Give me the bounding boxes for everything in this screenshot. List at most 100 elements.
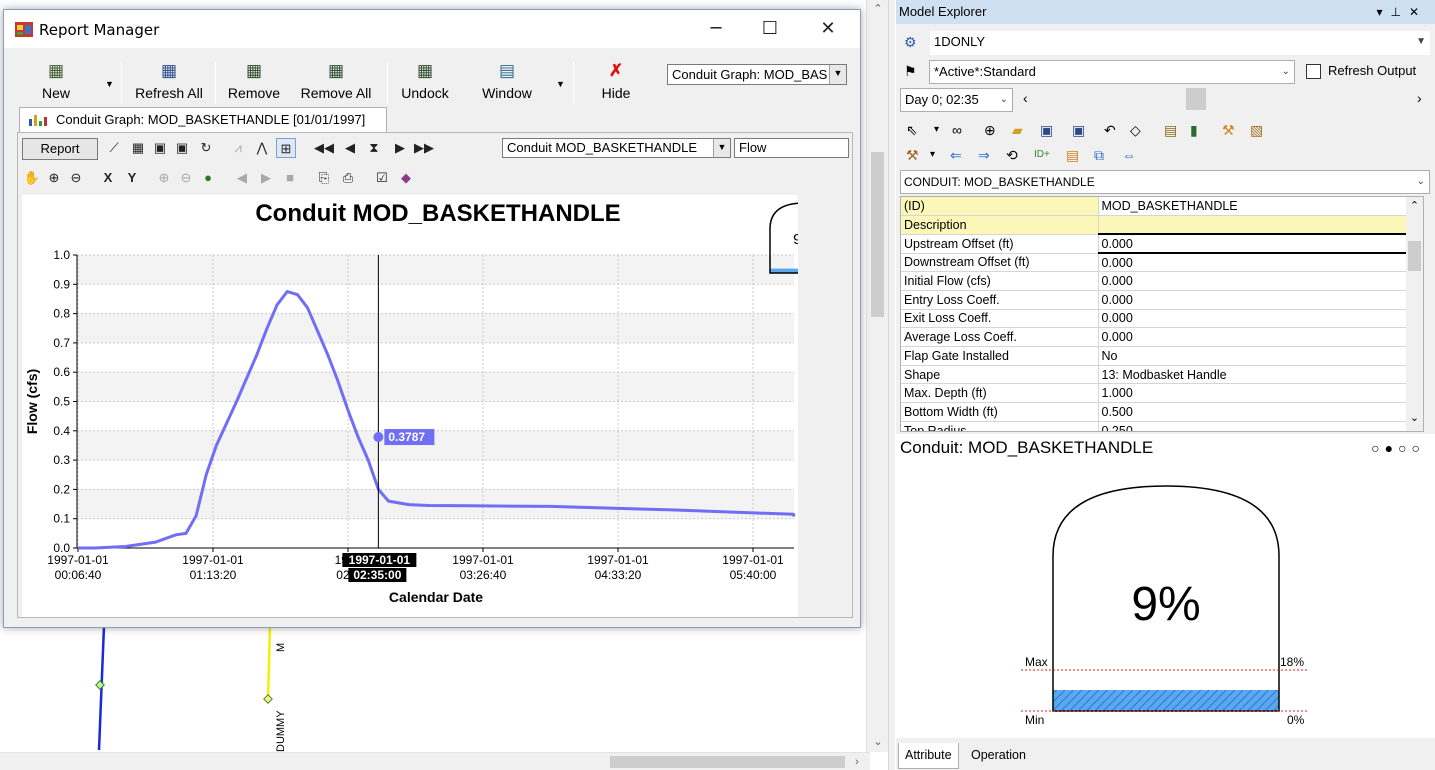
new-dropdown-icon[interactable]: ▼ [105, 79, 114, 89]
save-as-icon[interactable]: ▣ [172, 138, 192, 158]
layers-icon[interactable]: ▧ [1250, 121, 1263, 139]
chevron-down-icon[interactable]: ▼ [1416, 31, 1426, 53]
connect-icon[interactable]: ⇔ [1122, 146, 1136, 164]
property-value[interactable]: MOD_BASKETHANDLE [1098, 197, 1409, 217]
zoom-in-icon[interactable]: ⊕ [44, 168, 64, 188]
scroll-right-icon[interactable]: › [848, 753, 866, 770]
property-value[interactable]: 0.000 [1098, 271, 1409, 291]
area-chart-icon[interactable]: ⋀ [252, 138, 272, 158]
copy-icon[interactable]: ⎘ [314, 168, 334, 188]
property-row[interactable]: (ID) MOD_BASKETHANDLE [901, 197, 1409, 217]
property-row[interactable]: Downstream Offset (ft) 0.000 [901, 253, 1409, 273]
scroll-down-icon[interactable]: ⌄ [1406, 411, 1423, 424]
step-forward-icon[interactable]: ▶ [390, 138, 410, 158]
refresh-all-button[interactable]: ▦ Refresh All [131, 60, 207, 110]
scroll-thumb[interactable] [1408, 241, 1421, 271]
property-row[interactable]: Average Loss Coeff. 0.000 [901, 327, 1409, 347]
refresh-output-checkbox[interactable] [1306, 64, 1321, 79]
hammer-icon[interactable]: ⚒ [906, 146, 919, 164]
book-icon[interactable]: ◆ [396, 168, 416, 188]
property-row[interactable]: Description [901, 215, 1409, 235]
property-value[interactable] [1098, 215, 1409, 235]
refresh-icon[interactable]: ↻ [196, 138, 216, 158]
chevron-down-icon[interactable]: ⌄ [1282, 61, 1290, 83]
arrow-right-icon[interactable]: ⇒ [978, 146, 990, 164]
property-value[interactable]: 1.000 [1098, 383, 1409, 404]
window-button[interactable]: ▤ Window [476, 60, 538, 110]
properties-icon[interactable]: ☑ [372, 168, 392, 188]
property-value[interactable]: 0.000 [1098, 233, 1409, 255]
property-row[interactable]: Initial Flow (cfs) 0.000 [901, 271, 1409, 291]
scenario-select[interactable]: *Active*:Standard ⌄ [929, 60, 1295, 84]
property-value[interactable]: 0.000 [1098, 309, 1409, 329]
add-id-icon[interactable]: ID+ [1034, 146, 1050, 164]
property-value[interactable]: 13: Modbasket Handle [1098, 365, 1409, 385]
new-report-button[interactable]: ▦ New [38, 60, 74, 110]
globe-icon[interactable]: ● [198, 168, 218, 188]
compare-icon[interactable]: ⩘ [228, 138, 248, 158]
maximize-button[interactable]: ☐ [741, 10, 799, 48]
zoom-icon[interactable]: ⊕ [984, 121, 996, 139]
time-select[interactable]: Day 0; 02:35 ⌄ [900, 88, 1013, 112]
undock-button[interactable]: ▦ Undock [396, 60, 454, 110]
chevron-down-icon[interactable]: ⌄ [1417, 171, 1425, 193]
tab-conduit-graph[interactable]: Conduit Graph: MOD_BASKETHANDLE [01/01/1… [19, 107, 387, 132]
x-axis-icon[interactable]: X [98, 168, 118, 188]
property-row[interactable]: Upstream Offset (ft) 0.000 [901, 233, 1409, 255]
map-vertical-scrollbar[interactable]: ⌃ ⌄ [866, 0, 888, 752]
step-back-icon[interactable]: ◀ [340, 138, 360, 158]
open-folder-icon[interactable]: ▰ [1012, 121, 1023, 139]
report-manager-titlebar[interactable]: Report Manager ─ ☐ ✕ [4, 10, 860, 48]
hourglass-icon[interactable]: ⧗ [364, 138, 384, 158]
tools-icon[interactable]: ⚒ [1222, 121, 1235, 139]
tab-attribute[interactable]: Attribute [898, 743, 959, 769]
property-value[interactable]: 0.000 [1098, 253, 1409, 273]
report-icon[interactable]: ▤ [1164, 121, 1177, 139]
property-row[interactable]: Bottom Width (ft) 0.500 [901, 402, 1409, 422]
multi-chart-icon[interactable]: ⊞ [276, 138, 296, 158]
property-row[interactable]: Top Radius 0.250 [901, 421, 1409, 431]
last-step-icon[interactable]: ▶▶ [414, 138, 434, 158]
property-row[interactable]: Flap Gate Installed No [901, 346, 1409, 366]
scroll-thumb[interactable] [871, 152, 884, 317]
property-value[interactable]: 0.500 [1098, 402, 1409, 422]
object-select[interactable]: CONDUIT: MOD_BASKETHANDLE ⌄ [900, 170, 1430, 194]
pointer-dropdown-icon[interactable]: ▾ [934, 121, 939, 139]
time-forward-icon[interactable]: › [1417, 90, 1422, 106]
swap-icon[interactable]: ⧉ [1094, 146, 1104, 164]
first-step-icon[interactable]: ◀◀ [314, 138, 334, 158]
property-row[interactable]: Max. Depth (ft) 1.000 [901, 383, 1409, 404]
flow-chart[interactable]: Conduit MOD_BASKETHANDLE 0.0 0.1 0.2 0.3 0.4 0… [22, 195, 798, 617]
remove-all-button[interactable]: ▦ Remove All [297, 60, 375, 110]
report-button[interactable]: Report [22, 138, 98, 160]
graph-chart-icon[interactable]: ⟋ [104, 138, 124, 158]
zoom-out-icon[interactable]: ⊖ [66, 168, 86, 188]
property-value[interactable]: 0.000 [1098, 290, 1409, 310]
chevron-down-icon[interactable]: ⌄ [1000, 89, 1008, 111]
window-dropdown-icon[interactable]: ▼ [556, 79, 565, 89]
model-explorer-titlebar[interactable]: Model Explorer ▾⊥✕ [896, 0, 1435, 24]
map-horizontal-scrollbar[interactable]: › [0, 752, 870, 770]
save-icon[interactable]: ▣ [1072, 121, 1085, 139]
close-button[interactable]: ✕ [799, 10, 857, 48]
property-scrollbar[interactable]: ⌃ ⌄ [1406, 197, 1423, 431]
pointer-icon[interactable]: ⇖ [906, 121, 918, 139]
undo-icon[interactable]: ↶ [1104, 121, 1116, 139]
y-axis-icon[interactable]: Y [122, 168, 142, 188]
model-select[interactable]: 1DONLY ▼ [930, 31, 1430, 55]
tab-operation[interactable]: Operation [965, 743, 1032, 769]
property-row[interactable]: Shape 13: Modbasket Handle [901, 365, 1409, 385]
scroll-up-icon[interactable]: ⌃ [1406, 199, 1423, 212]
minimize-button[interactable]: ─ [687, 10, 745, 48]
report-select[interactable]: Conduit Graph: MOD_BAS ▼ [667, 64, 847, 85]
variable-select[interactable]: Flow [734, 138, 849, 158]
scroll-thumb[interactable] [610, 756, 845, 768]
save-icon[interactable]: ▣ [150, 138, 170, 158]
property-value[interactable]: 0.250 [1098, 421, 1409, 431]
property-row[interactable]: Exit Loss Coeff. 0.000 [901, 309, 1409, 329]
scroll-down-icon[interactable]: ⌄ [867, 733, 889, 751]
link-icon[interactable]: ∞ [952, 121, 962, 139]
property-value[interactable]: 0.000 [1098, 327, 1409, 347]
panel-splitter[interactable] [888, 0, 895, 770]
eraser-icon[interactable]: ◇ [1130, 121, 1141, 139]
